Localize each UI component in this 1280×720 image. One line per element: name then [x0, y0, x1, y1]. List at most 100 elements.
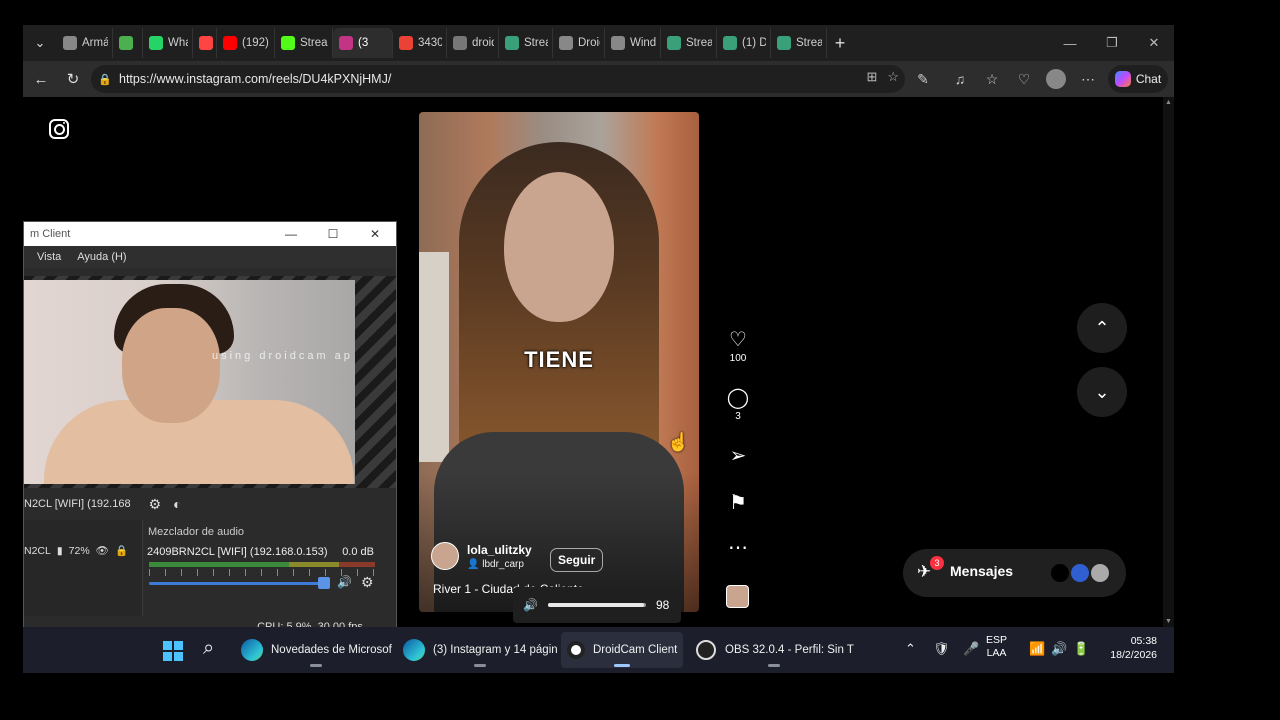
close-window-button[interactable]: ✕ — [1133, 25, 1174, 61]
visibility-eye-icon[interactable]: 👁 — [96, 544, 109, 557]
audio-volume-knob[interactable] — [318, 577, 330, 589]
browser-essentials-icon[interactable]: ♡ — [1012, 67, 1036, 91]
more-dots-icon[interactable]: ⋯ — [723, 537, 753, 559]
droidcam-title: m Client — [30, 228, 71, 240]
reload-button[interactable]: ↻ — [57, 63, 89, 95]
droidcam-close-button[interactable]: ✕ — [354, 222, 396, 246]
audio-avatar[interactable] — [726, 585, 749, 608]
youtube-icon — [223, 36, 237, 50]
comment-action[interactable]: ◯ 3 — [723, 387, 753, 422]
browser-tab[interactable]: Ea — [113, 28, 143, 58]
language-indicator[interactable]: ESP LAA — [986, 634, 1007, 660]
profile-avatar[interactable] — [1044, 67, 1068, 91]
browser-tab-label: Whats — [168, 37, 188, 49]
security-shield-icon[interactable]: 🛡 — [933, 641, 950, 657]
message-avatar — [1090, 563, 1110, 583]
more-options-icon[interactable]: ⋯ — [1076, 67, 1100, 91]
lock-icon[interactable]: 🔒 — [115, 544, 128, 557]
battery-icon[interactable]: 🔋 — [1073, 641, 1089, 657]
reel-video[interactable]: TIENE lola_ulitzky 👤 lbdr_carp Seguir Ri… — [419, 112, 699, 612]
task-edge-instagram[interactable]: (3) Instagram y 14 págin — [397, 632, 564, 668]
show-hidden-icons-chevron-icon[interactable]: ⌃ — [905, 641, 916, 657]
media-control-icon[interactable]: ♫ — [948, 67, 972, 91]
chat-label: Chat — [1135, 72, 1162, 86]
favorites-icon[interactable]: ☆ — [980, 67, 1004, 91]
audio-level-db: 0.0 dB — [342, 546, 374, 558]
globe-icon — [559, 36, 573, 50]
browser-tab[interactable]: (1 — [193, 28, 217, 58]
new-tab-button[interactable]: + — [827, 33, 853, 54]
task-edge-novedades[interactable]: Novedades de Microsof — [235, 632, 398, 668]
speaker-icon[interactable]: 🔊 — [523, 598, 538, 612]
restore-button[interactable]: ❐ — [1091, 25, 1133, 61]
browser-tab[interactable]: droidc — [447, 28, 499, 58]
favorite-star-icon[interactable]: ☆ — [887, 69, 899, 85]
browser-tab[interactable]: Droidc — [553, 28, 605, 58]
next-reel-button[interactable]: ⌄ — [1077, 367, 1127, 417]
share-action[interactable]: ➢ — [723, 445, 753, 467]
browser-tab[interactable]: Stream — [771, 28, 827, 58]
reel-author-avatar[interactable] — [431, 542, 459, 570]
stream-icon — [667, 36, 681, 50]
page-scrollbar[interactable]: ▲ ▼ — [1163, 97, 1174, 627]
menu-vista[interactable]: Vista — [37, 251, 61, 263]
url-field[interactable]: 🔒 https://www.instagram.com/reels/DU4kPX… — [91, 65, 905, 93]
reel-username[interactable]: lola_ulitzky — [467, 543, 532, 557]
browser-tab[interactable]: Armá t — [57, 28, 113, 58]
browser-tab[interactable]: Stream — [275, 28, 333, 58]
minimize-button[interactable]: — — [1049, 25, 1091, 61]
volume-icon[interactable]: 🔊 — [1051, 641, 1067, 657]
instagram-icon — [339, 36, 353, 50]
volume-popup: 🔊 98 — [513, 587, 681, 623]
browser-tab[interactable]: Whats — [143, 28, 193, 58]
browser-tab[interactable]: Stream — [499, 28, 553, 58]
scroll-down-icon[interactable]: ▼ — [1165, 618, 1172, 625]
sources-list: N2CL ▮ 72% 👁 🔒 — [24, 534, 140, 616]
wifi-icon[interactable]: 📶 — [1029, 641, 1045, 657]
taskbar-search-icon[interactable]: ⌕ — [203, 637, 214, 660]
search-icon — [453, 36, 467, 50]
follow-button[interactable]: Seguir — [550, 548, 604, 572]
browser-tab[interactable]: (1) Da — [717, 28, 771, 58]
site-info-icon[interactable]: 🔒 — [91, 73, 119, 86]
audio-volume-slider[interactable] — [149, 582, 325, 585]
copilot-chat-button[interactable]: Chat — [1108, 65, 1168, 93]
scroll-up-icon[interactable]: ▲ — [1165, 99, 1172, 106]
task-droidcam[interactable]: DroidCam Client — [561, 632, 683, 668]
volume-slider[interactable] — [547, 603, 646, 607]
menu-ayuda[interactable]: Ayuda (H) — [77, 251, 126, 263]
mixer-settings-gear-icon[interactable]: ⚙ — [361, 574, 374, 591]
reel-collaborator[interactable]: 👤 lbdr_carp — [467, 559, 532, 570]
messages-button[interactable]: ✈ 3 Mensajes — [903, 549, 1126, 597]
extensions-icon[interactable]: ✎ — [911, 67, 935, 91]
app-available-icon[interactable]: ⊞ — [866, 69, 877, 85]
save-action[interactable]: ⚑ — [723, 492, 753, 514]
more-action[interactable]: ⋯ — [723, 537, 753, 559]
back-button[interactable]: ← — [25, 63, 57, 95]
person-icon: 👤 — [467, 558, 480, 570]
tab-actions-chevron-icon[interactable]: ⌄ — [23, 25, 57, 61]
task-obs[interactable]: OBS 32.0.4 - Perfil: Sin T — [689, 632, 860, 668]
browser-tab[interactable]: (3 — [333, 28, 393, 58]
source-filters-icon[interactable]: ◐ — [173, 496, 181, 512]
system-clock[interactable]: 05:38 18/2/2026 — [1103, 634, 1157, 662]
start-button[interactable] — [163, 641, 183, 661]
speaker-icon[interactable]: 🔊 — [337, 575, 352, 589]
source-row[interactable]: N2CL ▮ 72% 👁 🔒 — [24, 544, 128, 558]
bookmark-icon[interactable]: ⚑ — [723, 492, 753, 514]
browser-tab[interactable]: (192) I — [217, 28, 275, 58]
comment-icon[interactable]: ◯ — [723, 387, 753, 409]
like-action[interactable]: ♡ 100 — [723, 329, 753, 364]
share-icon[interactable]: ➢ — [723, 445, 753, 467]
instagram-logo-icon[interactable] — [49, 119, 69, 139]
previous-reel-button[interactable]: ⌃ — [1077, 303, 1127, 353]
browser-tab[interactable]: Windo — [605, 28, 661, 58]
microphone-icon[interactable]: 🎤 — [963, 641, 979, 657]
heart-icon[interactable]: ♡ — [723, 329, 753, 351]
browser-tab[interactable]: 34308 — [393, 28, 447, 58]
browser-tab[interactable]: Stream — [661, 28, 717, 58]
droidcam-minimize-button[interactable]: — — [270, 222, 312, 246]
audio-level-meter — [149, 562, 375, 567]
source-settings-gear-icon[interactable]: ⚙ — [149, 496, 162, 513]
droidcam-maximize-button[interactable]: ☐ — [312, 222, 354, 246]
